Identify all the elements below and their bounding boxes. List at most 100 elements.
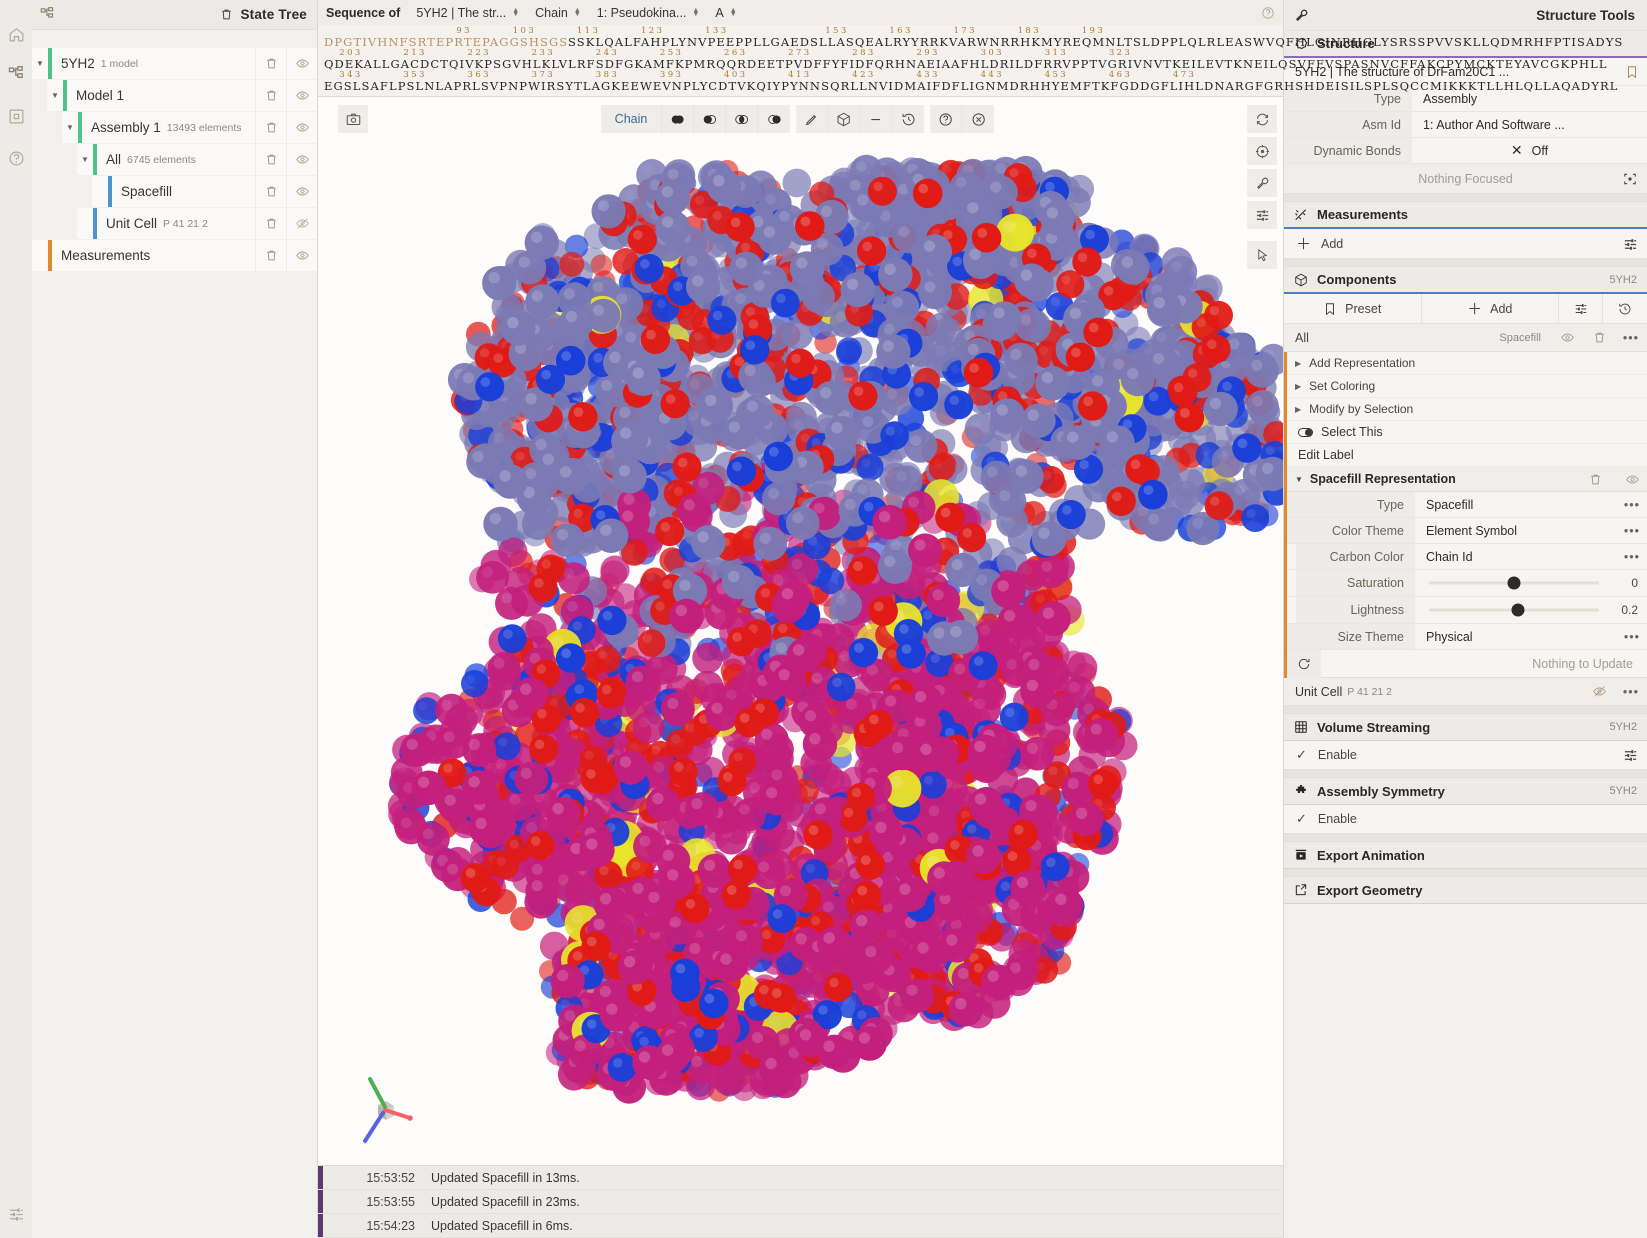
bookmark-icon[interactable] [1617,65,1647,79]
eye-icon[interactable] [286,144,317,175]
rep-carbon-color-row[interactable]: Carbon Color Chain Id ••• [1287,544,1647,570]
slider-knob[interactable] [1508,577,1521,590]
settings-icon[interactable] [0,1198,32,1230]
tree-item-measurements[interactable]: ▼Measurements [32,240,317,271]
cursor-icon[interactable] [1247,241,1277,269]
tree-caret[interactable]: ▼ [47,80,63,111]
more-icon[interactable]: ••• [1615,678,1647,706]
toggle-icon[interactable] [1298,428,1313,437]
sequence-main-residues[interactable]: EGSLSAFLPSLNLAPRLSVPNPWIRSYTLAGKEEWEVNPL… [324,79,1619,93]
sequence-residues[interactable]: EGSLSAFLPSLNLAPRLSVPNPWIRSYTLAGKEEWEVNPL… [324,80,1283,93]
trash-icon[interactable] [1583,324,1615,352]
modify-by-selection-row[interactable]: ▶ Modify by Selection [1287,398,1647,421]
selection-granularity-button[interactable]: Chain [601,105,663,133]
lightness-slider[interactable] [1415,597,1613,623]
saturation-slider[interactable] [1415,570,1613,596]
rep-type-row[interactable]: Type Spacefill ••• [1287,492,1647,518]
center-focus-icon[interactable] [1613,164,1647,194]
sliders-icon[interactable] [1613,741,1647,770]
3d-viewport[interactable]: Chain [318,97,1283,1165]
eye-icon[interactable] [286,176,317,207]
state-tree-icon[interactable] [0,58,32,90]
preset-button[interactable]: Preset [1284,294,1422,323]
sequence-main-residues[interactable]: SSKLQALFAHPLYNVPEEPPLLGAEDSLLASQEALRYYRR… [568,35,1623,49]
help-icon[interactable] [1261,6,1275,20]
sequence-line[interactable]: 343 353 363 373 383 393 403 413 423 433 … [324,71,1283,93]
remove-all-icon[interactable] [220,8,233,21]
tree-item-5yh2[interactable]: ▼5YH21 model [32,48,317,79]
rep-lightness-row[interactable]: Lightness 0.2 [1287,597,1647,624]
measurements-add-row[interactable]: ＋ Add [1284,229,1647,259]
history-icon[interactable] [892,105,924,133]
union-icon[interactable] [662,105,694,133]
focus-icon[interactable] [1247,137,1277,165]
slider-knob[interactable] [1511,604,1524,617]
eye-icon[interactable] [286,112,317,143]
tree-caret[interactable]: ▼ [77,144,93,175]
eye-icon[interactable] [286,80,317,111]
eye-icon[interactable] [286,240,317,271]
intersect-icon[interactable] [726,105,758,133]
components-history-button[interactable] [1603,294,1647,323]
controls-icon[interactable] [1247,201,1277,229]
unit-cell-row[interactable]: Unit Cell P 41 21 2 ••• [1284,678,1647,706]
tree-item-assembly-1[interactable]: ▼Assembly 113493 elements [32,112,317,143]
add-component-button[interactable]: ＋ Add [1422,294,1560,323]
tree-item-label[interactable]: Spacefill [112,176,255,207]
sequence-line[interactable]: 203 213 223 233 243 253 263 273 283 293 … [324,49,1283,71]
tree-item-label[interactable]: All6745 elements [97,144,255,175]
structure-select[interactable]: 5YH2 | The str... ▲▼ [416,6,519,20]
volume-streaming-enable-row[interactable]: ✓ Enable [1284,741,1647,770]
structure-asmid-row[interactable]: Asm Id 1: Author And Software ... [1284,112,1647,138]
chain-select[interactable]: A ▲▼ [715,6,736,20]
more-icon[interactable]: ••• [1617,498,1647,512]
rep-size-theme-row[interactable]: Size Theme Physical ••• [1287,624,1647,650]
more-icon[interactable]: ••• [1617,550,1647,564]
export-geometry-section-header[interactable]: Export Geometry [1284,876,1647,904]
refresh-icon[interactable] [1287,650,1321,678]
trash-icon[interactable] [1580,467,1610,492]
tree-remove-icon[interactable] [255,80,286,111]
component-all-header[interactable]: All Spacefill ••• [1284,324,1647,352]
tree-remove-icon[interactable] [255,48,286,79]
components-section-header[interactable]: Components 5YH2 [1284,266,1647,294]
entity-select[interactable]: 1: Pseudokina... ▲▼ [597,6,700,20]
save-icon[interactable] [0,100,32,132]
assembly-symmetry-section-header[interactable]: Assembly Symmetry 5YH2 [1284,777,1647,805]
set-coloring-row[interactable]: ▶ Set Coloring [1287,375,1647,398]
highlight-icon[interactable] [796,105,828,133]
tree-item-spacefill[interactable]: ▼Spacefill [32,176,317,207]
dynamic-bonds-row[interactable]: Dynamic Bonds ✕ Off [1284,138,1647,164]
eye-icon[interactable] [1617,467,1647,492]
sliders-icon[interactable] [1613,229,1647,259]
screenshot-icon[interactable] [338,105,368,133]
minus-icon[interactable] [860,105,892,133]
sequence-lines[interactable]: 93 103 113 123 133 153 163 173 183 193DP… [318,25,1283,96]
eye-icon[interactable] [1551,324,1583,352]
tree-item-model-1[interactable]: ▼Model 1 [32,80,317,111]
sequence-main-residues[interactable]: QDEKALLGACDCTQIVKPSGVHLKLVLRFSDFGKAMFKPM… [324,57,1608,71]
box-icon[interactable] [828,105,860,133]
export-animation-section-header[interactable]: Export Animation [1284,841,1647,869]
home-icon[interactable] [0,18,32,50]
rep-color-theme-row[interactable]: Color Theme Element Symbol ••• [1287,518,1647,544]
eye-off-icon[interactable] [1583,678,1615,706]
tree-item-label[interactable]: Assembly 113493 elements [82,112,255,143]
more-icon[interactable]: ••• [1617,524,1647,538]
sequence-leading-residues[interactable]: DPGTIVHNFSRTEPRTEPAGGSHSGS [324,35,568,49]
tree-remove-icon[interactable] [255,208,286,239]
tree-item-unit-cell[interactable]: ▼Unit CellP 41 21 2 [32,208,317,239]
molecule-render[interactable] [318,97,1283,1165]
tree-item-label[interactable]: 5YH21 model [52,48,255,79]
help-icon[interactable] [930,105,962,133]
select-this-row[interactable]: Select This [1287,421,1647,444]
rep-saturation-row[interactable]: Saturation 0 [1287,570,1647,597]
sequence-line[interactable]: 93 103 113 123 133 153 163 173 183 193DP… [324,27,1283,49]
eye-icon[interactable] [286,48,317,79]
tree-caret[interactable]: ▼ [32,48,48,79]
reset-camera-icon[interactable] [1247,105,1277,133]
tree-remove-icon[interactable] [255,176,286,207]
help-icon[interactable] [0,142,32,174]
assembly-symmetry-enable-row[interactable]: ✓ Enable [1284,805,1647,834]
components-options-button[interactable] [1559,294,1603,323]
